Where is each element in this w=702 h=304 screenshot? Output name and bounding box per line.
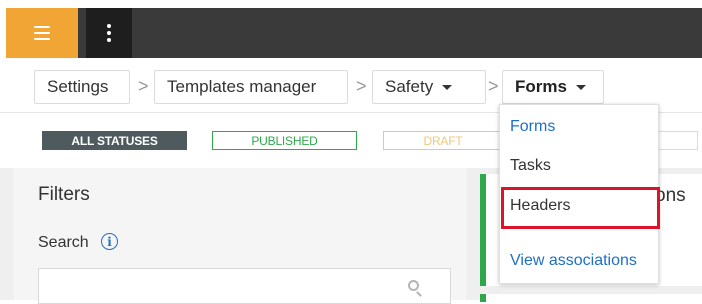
caret-down-icon (442, 84, 453, 90)
search-icon (408, 280, 419, 291)
breadcrumb-templates-manager[interactable]: Templates manager (154, 70, 348, 104)
dropdown-item-tasks[interactable]: Tasks (510, 157, 551, 175)
breadcrumb-separator: > (356, 76, 367, 96)
breadcrumb-safety-dropdown[interactable]: Safety (372, 70, 486, 104)
breadcrumb-separator: > (488, 76, 499, 96)
search-input[interactable] (38, 268, 451, 304)
breadcrumb-settings[interactable]: Settings (34, 70, 130, 104)
breadcrumb-forms-dropdown[interactable]: Forms (502, 70, 604, 104)
caret-down-icon (575, 84, 586, 90)
breadcrumb-label: Forms (515, 77, 567, 96)
breadcrumb-label: Templates manager (167, 77, 317, 96)
status-filter-all[interactable]: ALL STATUSES (42, 131, 187, 150)
next-card (480, 294, 702, 302)
status-filter-other[interactable] (658, 131, 698, 150)
search-label: Search (38, 234, 89, 251)
filters-title: Filters (38, 184, 90, 205)
status-filter-published[interactable]: PUBLISHED (212, 131, 357, 150)
kebab-icon (107, 24, 111, 42)
hamburger-icon (34, 26, 50, 40)
more-options-button[interactable] (86, 8, 132, 58)
info-icon[interactable]: i (101, 233, 118, 250)
breadcrumb-label: Safety (385, 77, 434, 96)
breadcrumb-label: Settings (47, 77, 109, 96)
menu-button[interactable] (6, 8, 78, 58)
dropdown-item-forms[interactable]: Forms (510, 118, 555, 136)
dropdown-item-view-associations[interactable]: View associations (510, 252, 637, 270)
status-filter-draft[interactable]: DRAFT (383, 131, 503, 150)
highlight-box (501, 187, 660, 229)
breadcrumb-separator: > (138, 76, 149, 96)
